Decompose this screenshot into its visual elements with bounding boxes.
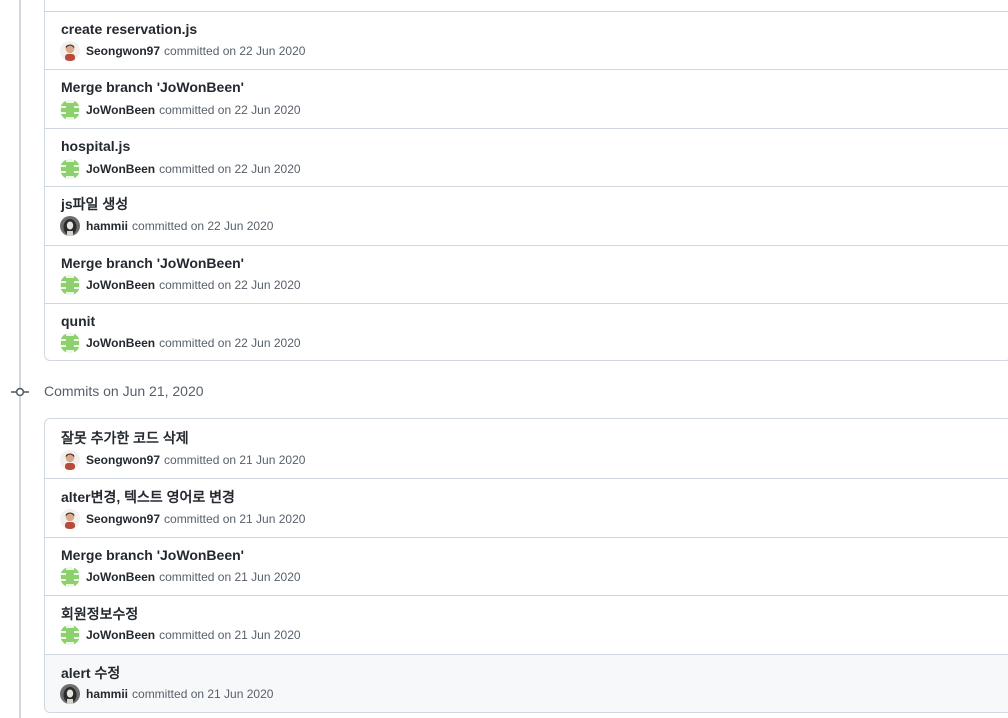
commit-message[interactable]: qunit <box>61 313 95 329</box>
avatar[interactable] <box>60 567 80 587</box>
avatar[interactable] <box>60 159 80 179</box>
author-name[interactable]: JoWonBeen <box>86 570 155 584</box>
commit-meta: JoWonBeen committed on 21 Jun 2020 <box>60 625 301 645</box>
commit-row[interactable]: alter변경, 텍스트 영어로 변경 Seongwon97 committed… <box>45 478 1008 537</box>
author-name[interactable]: hammii <box>86 219 128 233</box>
commit-message[interactable]: hospital.js <box>61 138 130 154</box>
commit-row[interactable]: hospital.js JoWonBeen committed on 22 Ju… <box>45 128 1008 186</box>
commit-row[interactable] <box>45 0 1008 11</box>
commit-row[interactable]: Merge branch 'JoWonBeen' JoWonBeen commi… <box>45 245 1008 303</box>
commit-date: committed on 22 Jun 2020 <box>159 162 301 176</box>
author-name[interactable]: hammii <box>86 687 128 701</box>
commit-date: committed on 21 Jun 2020 <box>164 453 306 467</box>
commit-meta: JoWonBeen committed on 22 Jun 2020 <box>60 275 301 295</box>
avatar[interactable] <box>60 275 80 295</box>
commit-message[interactable]: Merge branch 'JoWonBeen' <box>61 79 244 95</box>
avatar[interactable] <box>60 625 80 645</box>
commit-message[interactable]: 잘못 추가한 코드 삭제 <box>61 428 189 448</box>
commit-message[interactable]: create reservation.js <box>61 21 197 37</box>
commit-date: committed on 22 Jun 2020 <box>164 44 306 58</box>
commit-row[interactable]: Merge branch 'JoWonBeen' JoWonBeen commi… <box>45 537 1008 595</box>
avatar[interactable] <box>60 450 80 470</box>
author-name[interactable]: Seongwon97 <box>86 44 160 58</box>
timeline-line <box>19 0 21 718</box>
author-name[interactable]: JoWonBeen <box>86 628 155 642</box>
commit-row[interactable]: js파일 생성 hammii committed on 22 Jun 2020 <box>45 186 1008 245</box>
commit-date: committed on 22 Jun 2020 <box>159 278 301 292</box>
commit-row[interactable]: 잘못 추가한 코드 삭제 Seongwon97 committed on 21 … <box>45 419 1008 478</box>
commit-message[interactable]: alter변경, 텍스트 영어로 변경 <box>61 487 235 507</box>
author-name[interactable]: Seongwon97 <box>86 453 160 467</box>
commit-row[interactable]: qunit JoWonBeen committed on 22 Jun 2020 <box>45 303 1008 360</box>
commit-meta: Seongwon97 committed on 21 Jun 2020 <box>60 509 305 529</box>
commit-meta: JoWonBeen committed on 22 Jun 2020 <box>60 159 301 179</box>
author-name[interactable]: Seongwon97 <box>86 512 160 526</box>
commit-group-jun21: 잘못 추가한 코드 삭제 Seongwon97 committed on 21 … <box>44 418 1008 713</box>
author-name[interactable]: JoWonBeen <box>86 278 155 292</box>
commit-date: committed on 21 Jun 2020 <box>159 628 301 642</box>
commit-group-jun22: create reservation.js Seongwon97 committ… <box>44 0 1008 361</box>
commit-message[interactable]: js파일 생성 <box>61 194 128 214</box>
commit-date: committed on 21 Jun 2020 <box>132 687 274 701</box>
author-name[interactable]: JoWonBeen <box>86 103 155 117</box>
commit-date: committed on 22 Jun 2020 <box>159 336 301 350</box>
commit-date: committed on 22 Jun 2020 <box>159 103 301 117</box>
commit-date: committed on 22 Jun 2020 <box>132 219 274 233</box>
commit-meta: hammii committed on 21 Jun 2020 <box>60 684 273 704</box>
commit-group-header: Commits on Jun 21, 2020 <box>44 383 204 399</box>
git-commit-icon <box>11 387 29 397</box>
commit-date: committed on 21 Jun 2020 <box>164 512 306 526</box>
commit-row[interactable]: Merge branch 'JoWonBeen' JoWonBeen commi… <box>45 69 1008 128</box>
commit-message[interactable]: 회원정보수정 <box>61 604 138 624</box>
commit-message[interactable]: alert 수정 <box>61 663 120 683</box>
commit-meta: Seongwon97 committed on 21 Jun 2020 <box>60 450 305 470</box>
avatar[interactable] <box>60 100 80 120</box>
avatar[interactable] <box>60 509 80 529</box>
commit-meta: JoWonBeen committed on 22 Jun 2020 <box>60 333 301 353</box>
commit-meta: hammii committed on 22 Jun 2020 <box>60 216 273 236</box>
commit-message[interactable]: Merge branch 'JoWonBeen' <box>61 547 244 563</box>
commit-date: committed on 21 Jun 2020 <box>159 570 301 584</box>
author-name[interactable]: JoWonBeen <box>86 336 155 350</box>
commit-row[interactable]: 회원정보수정 JoWonBeen committed on 21 Jun 202… <box>45 595 1008 654</box>
commit-meta: JoWonBeen committed on 21 Jun 2020 <box>60 567 301 587</box>
commit-row[interactable]: create reservation.js Seongwon97 committ… <box>45 11 1008 69</box>
commit-row[interactable]: alert 수정 hammii committed on 21 Jun 2020 <box>45 654 1008 712</box>
avatar[interactable] <box>60 216 80 236</box>
commit-meta: Seongwon97 committed on 22 Jun 2020 <box>60 41 305 61</box>
commit-meta: JoWonBeen committed on 22 Jun 2020 <box>60 100 301 120</box>
author-name[interactable]: JoWonBeen <box>86 162 155 176</box>
avatar[interactable] <box>60 333 80 353</box>
avatar[interactable] <box>60 41 80 61</box>
avatar[interactable] <box>60 684 80 704</box>
commit-message[interactable]: Merge branch 'JoWonBeen' <box>61 255 244 271</box>
